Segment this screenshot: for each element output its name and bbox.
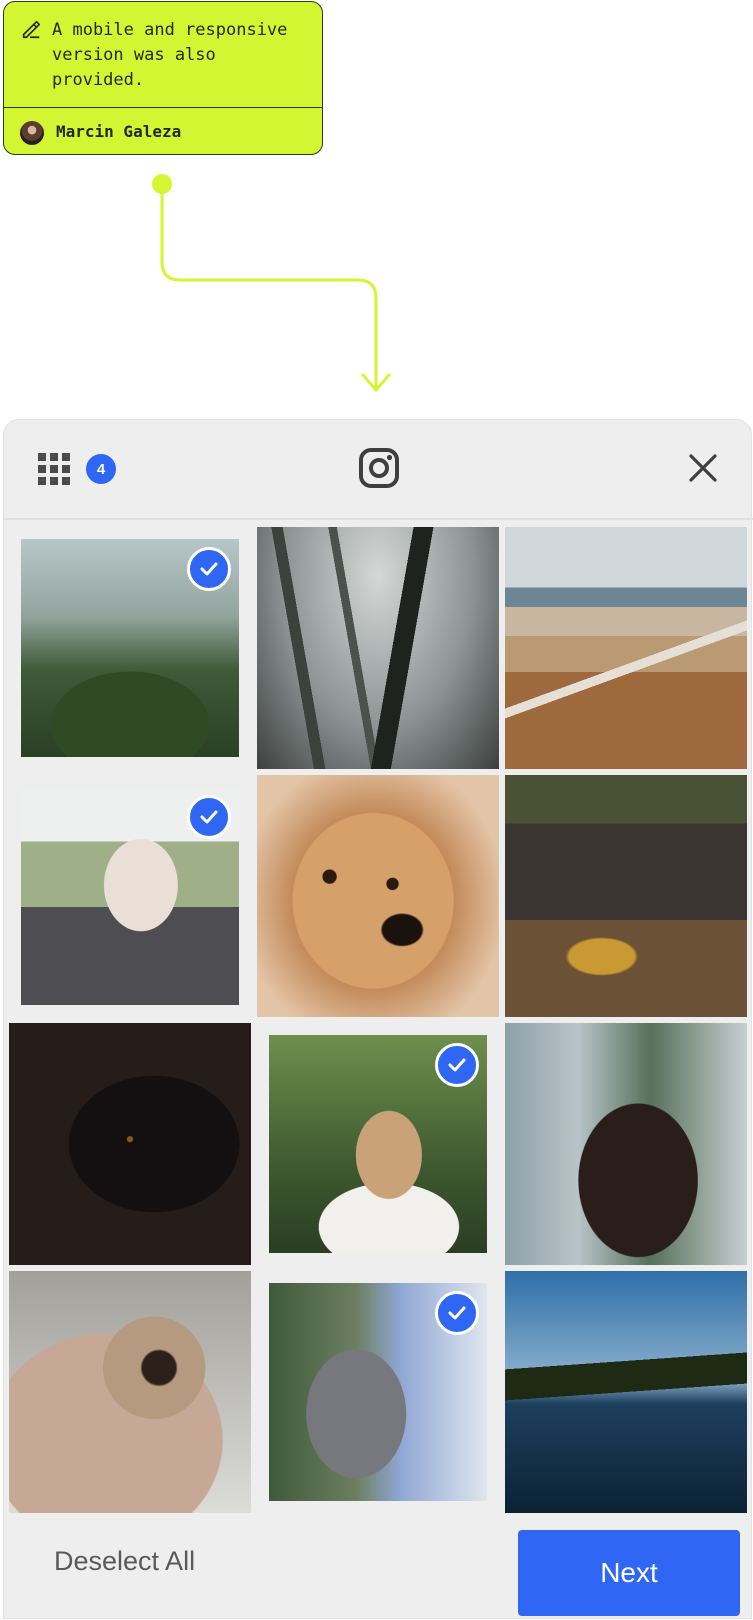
photo-tile[interactable] [257, 1023, 499, 1265]
check-icon [435, 1291, 479, 1335]
deselect-all-button[interactable]: Deselect All [54, 1546, 195, 1577]
close-icon[interactable] [685, 450, 721, 486]
photo-tile[interactable] [257, 527, 499, 769]
photo-fluffy-dog [257, 775, 499, 1017]
instagram-photo-picker: 4 Deselect All Next [3, 419, 753, 1620]
check-icon [187, 795, 231, 839]
photo-tile[interactable] [9, 527, 251, 769]
photo-legs-boots [505, 775, 747, 1017]
photo-tile[interactable] [505, 1271, 747, 1513]
photo-pug-blanket [9, 1271, 251, 1513]
photo-tile[interactable] [505, 1023, 747, 1265]
selected-count-badge: 4 [86, 454, 116, 484]
photo-foggy-forest [257, 527, 499, 769]
photo-beach-path [505, 527, 747, 769]
next-button[interactable]: Next [518, 1530, 740, 1616]
photo-tile[interactable] [9, 1271, 251, 1513]
photo-tile[interactable] [257, 1271, 499, 1513]
photo-grid [4, 520, 753, 1520]
connector-arrow [152, 174, 391, 393]
photo-tile[interactable] [9, 775, 251, 1017]
photo-sea-island [505, 1271, 747, 1513]
photo-tile[interactable] [505, 775, 747, 1017]
photo-dark-hair-woman [505, 1023, 747, 1265]
photo-tile[interactable] [505, 527, 747, 769]
modal-header: 4 [4, 420, 753, 520]
grid-icon[interactable] [37, 452, 71, 486]
check-icon [435, 1043, 479, 1087]
instagram-icon [359, 448, 399, 488]
photo-black-dog [9, 1023, 251, 1265]
photo-tile[interactable] [257, 775, 499, 1017]
modal-footer: Deselect All Next [4, 1520, 753, 1620]
photo-tile[interactable] [9, 1023, 251, 1265]
check-icon [187, 547, 231, 591]
